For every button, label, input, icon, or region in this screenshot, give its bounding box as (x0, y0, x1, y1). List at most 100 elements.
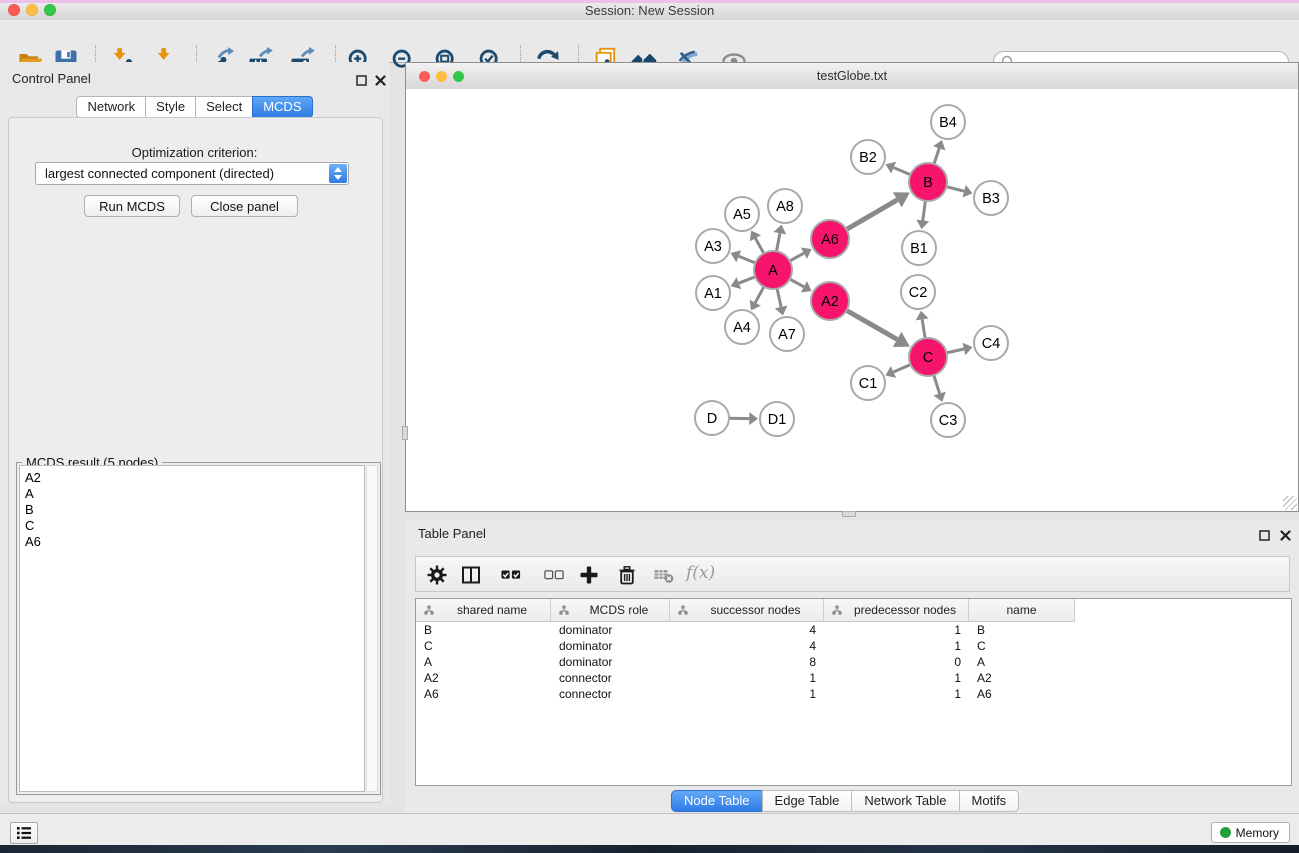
tab-mcds[interactable]: MCDS (252, 96, 312, 118)
network-window-titlebar[interactable]: testGlobe.txt (406, 63, 1298, 90)
table-row[interactable]: Cdominator41C (416, 638, 1291, 654)
network-canvas[interactable]: A A1 A3A5 A8 A4 A7 A6 A2 B B1 B2 B3 B4 C C1 C2 C3 C4 D D1 (406, 89, 1298, 511)
column-header-mcds-role[interactable]: MCDS role (551, 599, 670, 621)
node-D[interactable]: D (695, 401, 729, 435)
node-A8[interactable]: A8 (768, 189, 802, 223)
node-A2[interactable]: A2 (811, 282, 849, 320)
svg-text:A5: A5 (733, 207, 751, 223)
table-cell: 0 (824, 654, 969, 670)
tab-edge-table[interactable]: Edge Table (762, 790, 853, 812)
node-A1[interactable]: A1 (696, 276, 730, 310)
svg-text:C2: C2 (909, 285, 928, 301)
float-table-panel-icon[interactable] (1259, 528, 1270, 539)
node-A[interactable]: A (754, 251, 792, 289)
delete-columns-trash-icon[interactable] (617, 565, 639, 587)
desktop-wallpaper-strip (0, 845, 1299, 853)
node-D1[interactable]: D1 (760, 402, 794, 436)
tab-network-table[interactable]: Network Table (851, 790, 959, 812)
node-C[interactable]: C (909, 338, 947, 376)
window-resize-grip[interactable] (1283, 496, 1297, 510)
table-cell: dominator (551, 622, 670, 638)
table-cell: 4 (670, 622, 824, 638)
table-cell: 1 (824, 622, 969, 638)
select-all-checkboxes-icon[interactable] (501, 565, 523, 587)
tab-network[interactable]: Network (76, 96, 146, 118)
mcds-result-list[interactable]: A2ABCA6 (19, 465, 365, 792)
node-A3[interactable]: A3 (696, 229, 730, 263)
result-item[interactable]: A6 (25, 534, 364, 550)
table-cell: connector (551, 686, 670, 702)
close-panel-button[interactable]: Close panel (191, 195, 298, 217)
memory-button[interactable]: Memory (1211, 822, 1290, 843)
status-bar: Memory (0, 813, 1299, 845)
table-cell: dominator (551, 638, 670, 654)
close-panel-icon[interactable] (375, 73, 386, 84)
table-cell: A6 (416, 686, 551, 702)
table-cell: dominator (551, 654, 670, 670)
result-item[interactable]: A (25, 486, 364, 502)
node-table: shared nameMCDS rolesuccessor nodesprede… (415, 598, 1292, 786)
node-B2[interactable]: B2 (851, 140, 885, 174)
table-panel: Table Panel f(x) shared nameMCDS role (405, 520, 1299, 813)
task-history-button[interactable] (10, 822, 38, 844)
network-view-window: testGlobe.txt A A1 A3A5 A8 A4 A7 A6 A2 B B1 B2 B3 B4… (405, 62, 1299, 512)
vertical-splitter-grip[interactable] (402, 426, 408, 440)
node-B[interactable]: B (909, 163, 947, 201)
node-C4[interactable]: C4 (974, 326, 1008, 360)
node-A6[interactable]: A6 (811, 220, 849, 258)
float-panel-icon[interactable] (356, 73, 367, 84)
column-header-predecessor-nodes[interactable]: predecessor nodes (824, 599, 969, 621)
node-B3[interactable]: B3 (974, 181, 1008, 215)
horizontal-splitter-grip[interactable] (842, 511, 856, 517)
optimization-criterion-dropdown[interactable]: largest connected component (directed) (35, 162, 349, 185)
dropdown-value: largest connected component (directed) (45, 163, 274, 184)
toggle-split-columns-icon[interactable] (461, 565, 483, 587)
result-item[interactable]: B (25, 502, 364, 518)
column-header-shared-name[interactable]: shared name (416, 599, 551, 621)
node-B1[interactable]: B1 (902, 231, 936, 265)
table-cell: 1 (824, 670, 969, 686)
node-A4[interactable]: A4 (725, 310, 759, 344)
run-mcds-button[interactable]: Run MCDS (84, 195, 180, 217)
table-cell: A2 (969, 670, 1075, 686)
node-A5[interactable]: A5 (725, 197, 759, 231)
table-row[interactable]: A2connector11A2 (416, 670, 1291, 686)
result-scrollbar[interactable] (366, 465, 378, 792)
table-row[interactable]: A6connector11A6 (416, 686, 1291, 702)
tab-select[interactable]: Select (195, 96, 253, 118)
table-toolbar: f(x) (415, 556, 1290, 592)
svg-text:B3: B3 (982, 191, 1000, 207)
function-builder-icon: f(x) (686, 563, 715, 583)
result-item[interactable]: A2 (25, 470, 364, 486)
tab-node-table[interactable]: Node Table (671, 790, 763, 812)
network-canvas-area: A A1 A3A5 A8 A4 A7 A6 A2 B B1 B2 B3 B4 C C1 C2 C3 C4 D D1 (406, 89, 1298, 511)
svg-text:A4: A4 (733, 320, 751, 336)
node-A7[interactable]: A7 (770, 317, 804, 351)
tab-motifs[interactable]: Motifs (959, 790, 1020, 812)
tab-style[interactable]: Style (145, 96, 196, 118)
memory-status-dot-icon (1220, 827, 1231, 838)
deselect-all-checkboxes-icon[interactable] (544, 565, 566, 587)
result-item[interactable]: C (25, 518, 364, 534)
mcds-result-box: MCDS result (5 nodes) A2ABCA6 (16, 462, 381, 795)
svg-text:B4: B4 (939, 115, 957, 131)
node-C2[interactable]: C2 (901, 275, 935, 309)
column-header-successor-nodes[interactable]: successor nodes (670, 599, 824, 621)
svg-text:B1: B1 (910, 241, 928, 257)
column-header-name[interactable]: name (969, 599, 1075, 621)
svg-text:D: D (707, 411, 717, 427)
column-settings-gear-icon[interactable] (427, 565, 449, 587)
dropdown-stepper-icon[interactable] (329, 164, 347, 183)
main-toolbar (0, 20, 1299, 63)
close-table-panel-icon[interactable] (1280, 528, 1291, 539)
table-row[interactable]: Bdominator41B (416, 622, 1291, 638)
table-row[interactable]: Adominator80A (416, 654, 1291, 670)
create-new-column-icon[interactable] (579, 565, 601, 587)
node-B4[interactable]: B4 (931, 105, 965, 139)
svg-text:C3: C3 (939, 413, 958, 429)
control-panel-tabs: NetworkStyleSelectMCDS (0, 96, 390, 118)
node-C3[interactable]: C3 (931, 403, 965, 437)
node-C1[interactable]: C1 (851, 366, 885, 400)
delete-table-icon[interactable] (654, 565, 676, 587)
control-panel: Control Panel NetworkStyleSelectMCDS Opt… (0, 62, 390, 803)
